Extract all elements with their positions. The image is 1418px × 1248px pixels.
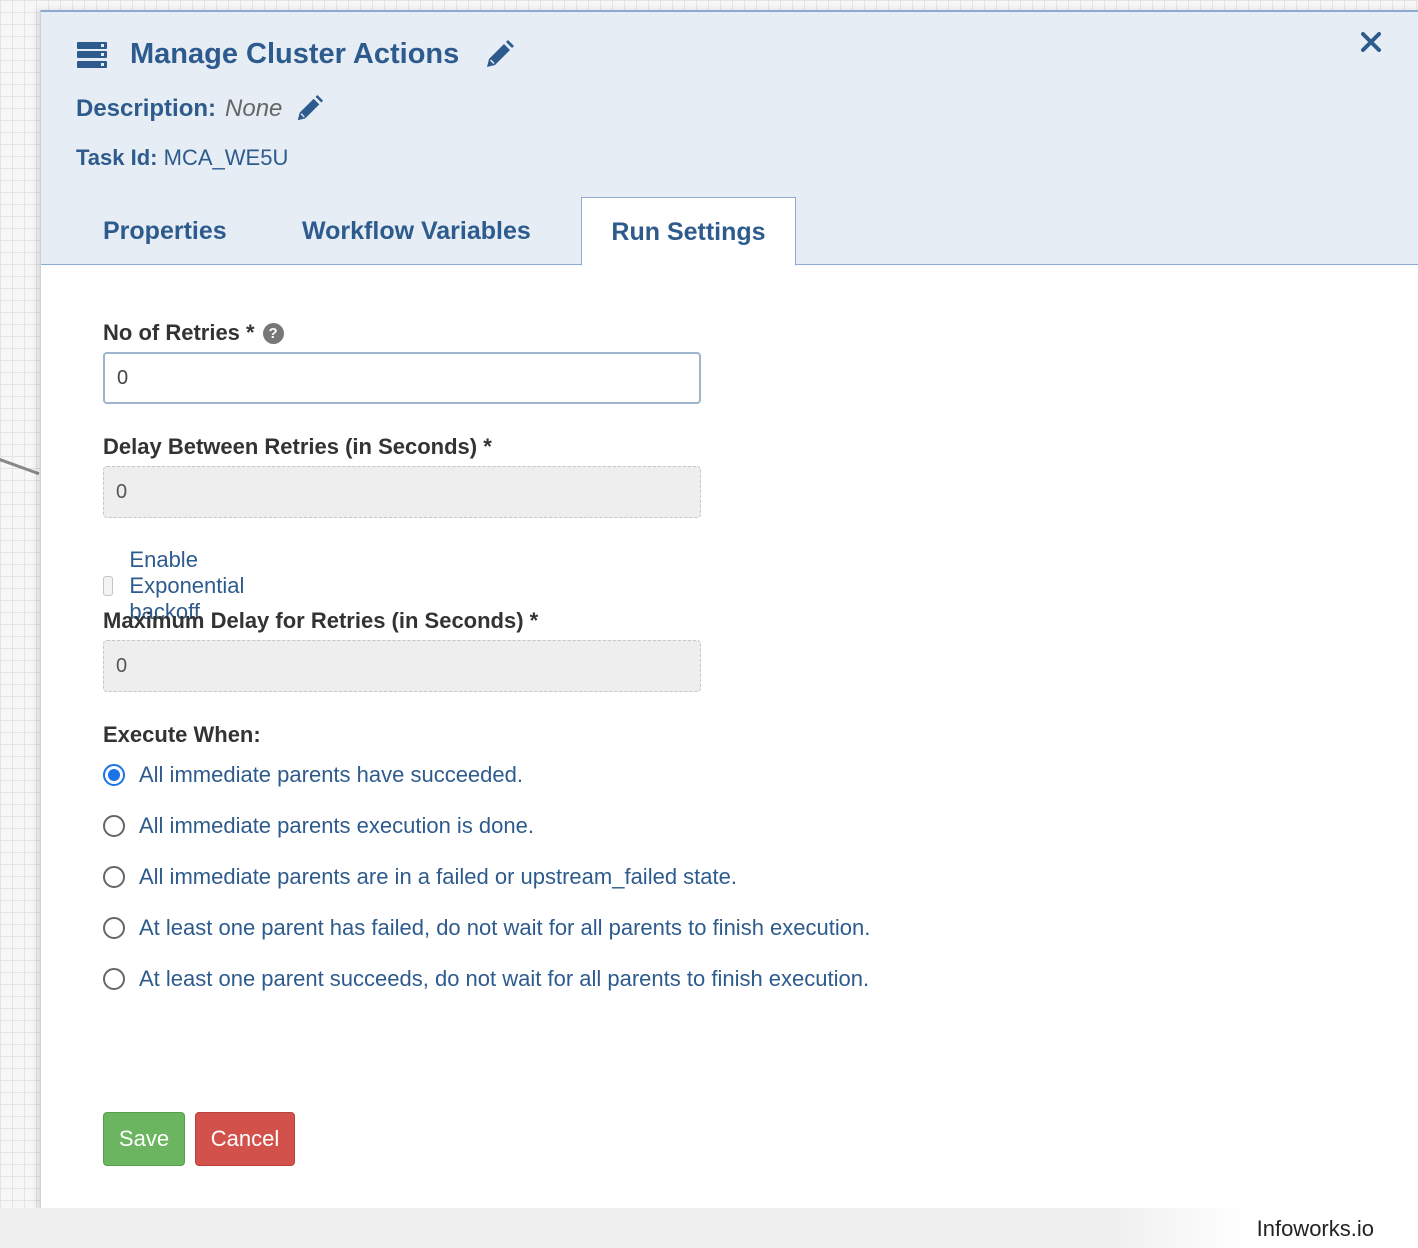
execute-option-all-succeeded[interactable]: All immediate parents have succeeded. <box>103 762 523 788</box>
radio-button[interactable] <box>103 815 125 837</box>
cancel-button[interactable]: Cancel <box>195 1112 295 1166</box>
radio-label[interactable]: All immediate parents execution is done. <box>139 813 534 839</box>
close-icon[interactable] <box>1359 30 1383 54</box>
question-circle-icon[interactable]: ? <box>262 323 284 344</box>
max-delay-input <box>103 640 701 692</box>
pencil-icon[interactable] <box>294 94 324 124</box>
description-row: Description: None <box>76 94 324 124</box>
save-button[interactable]: Save <box>103 1112 185 1166</box>
delay-label: Delay Between Retries (in Seconds) * <box>103 434 492 459</box>
radio-label[interactable]: At least one parent succeeds, do not wai… <box>139 966 869 992</box>
radio-label[interactable]: All immediate parents have succeeded. <box>139 762 523 788</box>
radio-label[interactable]: At least one parent has failed, do not w… <box>139 915 870 941</box>
description-label: Description: <box>76 95 217 122</box>
footer: Infoworks.io <box>0 1208 1418 1248</box>
radio-button[interactable] <box>103 917 125 939</box>
tab-properties[interactable]: Properties <box>103 197 227 263</box>
execute-option-one-succeeds[interactable]: At least one parent succeeds, do not wai… <box>103 966 869 992</box>
page-title: Manage Cluster Actions <box>130 38 460 70</box>
execute-option-all-failed[interactable]: All immediate parents are in a failed or… <box>103 864 737 890</box>
task-settings-panel: Manage Cluster Actions Description: None… <box>40 10 1418 1210</box>
exponential-backoff-checkbox[interactable] <box>103 576 114 596</box>
radio-button[interactable] <box>103 866 125 888</box>
retries-input[interactable] <box>103 352 701 404</box>
radio-label[interactable]: All immediate parents are in a failed or… <box>139 864 737 890</box>
description-value: None <box>225 95 283 122</box>
server-icon <box>77 41 107 68</box>
pencil-icon[interactable] <box>483 39 515 71</box>
panel-header: Manage Cluster Actions Description: None… <box>41 12 1418 266</box>
tab-bar: Properties Workflow Variables Run Settin… <box>41 197 1418 266</box>
task-id-row: Task Id: MCA_WE5U <box>76 145 288 171</box>
retries-label: No of Retries * <box>103 320 255 345</box>
execute-when-label: Execute When: <box>103 722 261 747</box>
tab-run-settings[interactable]: Run Settings <box>581 197 796 266</box>
radio-button[interactable] <box>103 764 125 786</box>
title-row: Manage Cluster Actions <box>77 38 515 71</box>
retries-label-row: No of Retries *? <box>103 320 284 346</box>
max-delay-label: Maximum Delay for Retries (in Seconds) * <box>103 608 539 633</box>
execute-option-one-failed[interactable]: At least one parent has failed, do not w… <box>103 915 870 941</box>
footer-brand: Infoworks.io <box>1256 1216 1374 1241</box>
task-id-label: Task Id: <box>76 145 158 170</box>
radio-button[interactable] <box>103 968 125 990</box>
task-id-value: MCA_WE5U <box>163 145 289 170</box>
canvas-connector-line <box>0 458 40 476</box>
delay-input <box>103 466 701 518</box>
execute-option-all-done[interactable]: All immediate parents execution is done. <box>103 813 534 839</box>
tab-workflow-variables[interactable]: Workflow Variables <box>302 197 531 263</box>
